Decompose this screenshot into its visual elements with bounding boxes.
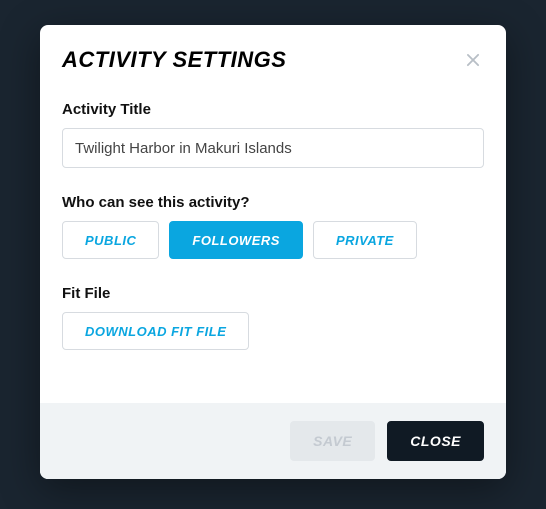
visibility-followers-button[interactable]: FOLLOWERS: [169, 221, 303, 259]
download-fit-file-button[interactable]: DOWNLOAD FIT FILE: [62, 312, 249, 350]
fit-file-label: Fit File: [62, 285, 484, 302]
fit-file-group: Fit File DOWNLOAD FIT FILE: [62, 285, 484, 350]
activity-title-input[interactable]: [62, 128, 484, 168]
modal-header: ACTIVITY SETTINGS: [62, 47, 484, 73]
activity-title-group: Activity Title: [62, 101, 484, 168]
activity-settings-modal: ACTIVITY SETTINGS Activity Title Who can…: [40, 25, 506, 479]
visibility-group: Who can see this activity? PUBLIC FOLLOW…: [62, 194, 484, 259]
visibility-private-button[interactable]: PRIVATE: [313, 221, 417, 259]
save-button[interactable]: SAVE: [290, 421, 375, 461]
modal-body: ACTIVITY SETTINGS Activity Title Who can…: [40, 25, 506, 403]
activity-title-label: Activity Title: [62, 101, 484, 118]
close-icon[interactable]: [462, 49, 484, 71]
modal-footer: SAVE CLOSE: [40, 403, 506, 479]
visibility-label: Who can see this activity?: [62, 194, 484, 211]
fit-file-row: DOWNLOAD FIT FILE: [62, 312, 484, 350]
close-button[interactable]: CLOSE: [387, 421, 484, 461]
modal-title: ACTIVITY SETTINGS: [62, 47, 286, 73]
visibility-public-button[interactable]: PUBLIC: [62, 221, 159, 259]
visibility-options: PUBLIC FOLLOWERS PRIVATE: [62, 221, 484, 259]
